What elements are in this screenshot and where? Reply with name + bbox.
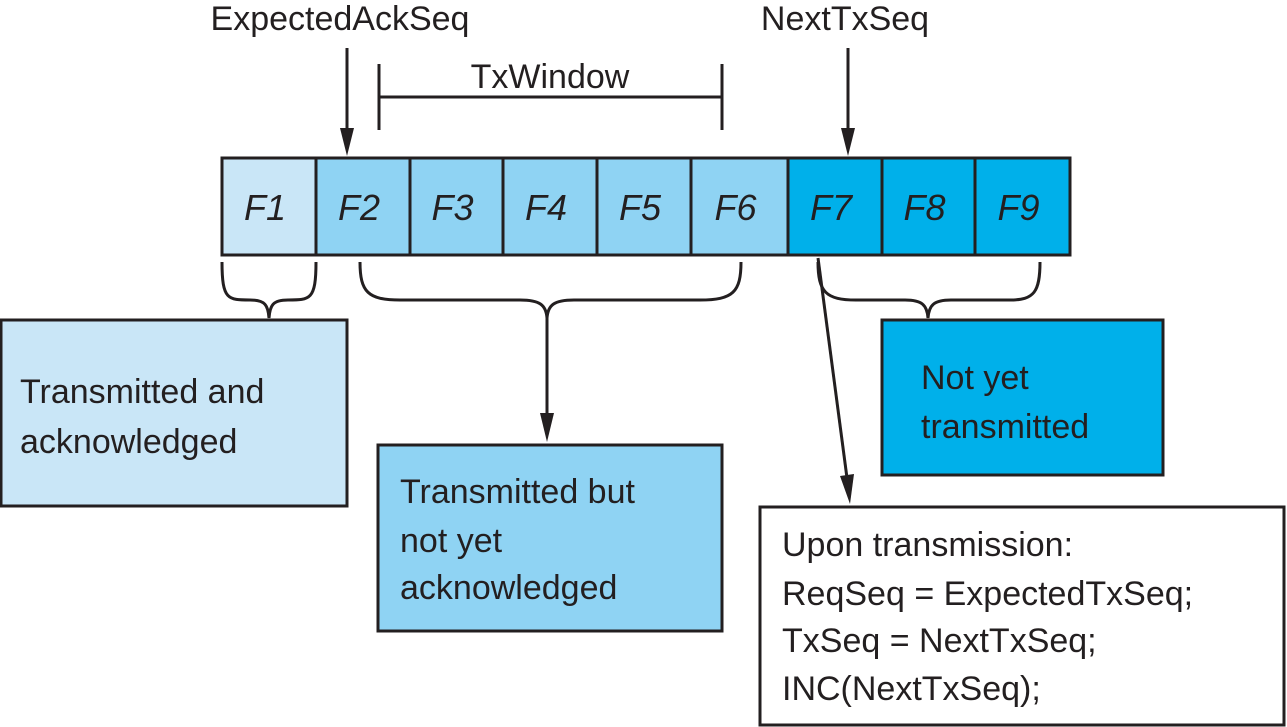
frame-label: F5 (619, 187, 662, 228)
frame-label: F4 (525, 187, 567, 228)
next-tx-seq-arrow (841, 48, 855, 156)
frame-cell-f4: F4 (501, 156, 599, 257)
frame-label: F3 (431, 187, 473, 228)
not-transmitted-text: Not yet (921, 359, 1029, 397)
note-line: INC(NextTxSeq); (782, 670, 1041, 708)
note-line: ReqSeq = ExpectedTxSeq; (782, 575, 1193, 613)
expected-ack-seq-label: ExpectedAckSeq (211, 0, 470, 38)
unacknowledged-arrow (540, 318, 554, 442)
expected-ack-seq-arrow (340, 48, 354, 156)
frame-label: F9 (997, 187, 1039, 228)
note-line: Upon transmission: (782, 526, 1073, 564)
unacknowledged-text: Transmitted but (400, 473, 635, 511)
tx-window-diagram: ExpectedAckSeq NextTxSeq TxWindow F1 F2 F3… (0, 0, 1286, 727)
unacknowledged-text: not yet (400, 522, 503, 560)
frame-cell-f8: F8 (880, 156, 977, 257)
acknowledged-text: Transmitted and (20, 373, 264, 411)
frame-cell-f2: F2 (314, 156, 412, 257)
frame-cell-f5: F5 (595, 156, 693, 257)
note-line: TxSeq = NextTxSeq; (782, 622, 1097, 660)
brace-unacknowledged (358, 261, 743, 319)
frame-cell-f9: F9 (973, 156, 1072, 257)
transmission-note-box: Upon transmission: ReqSeq = ExpectedTxSe… (758, 505, 1286, 727)
tx-window-label: TxWindow (471, 58, 630, 96)
frame-cell-f1: F1 (220, 156, 318, 257)
frame-label: F1 (244, 187, 286, 228)
frame-label: F7 (810, 187, 854, 228)
frame-label: F2 (338, 187, 380, 228)
unacknowledged-text: acknowledged (400, 569, 617, 607)
transmission-note-arrow (816, 257, 854, 504)
acknowledged-box: Transmitted and acknowledged (0, 318, 349, 508)
frame-label: F6 (714, 187, 757, 228)
frame-label: F8 (903, 187, 945, 228)
brace-acknowledged (220, 261, 318, 319)
not-transmitted-box: Not yet transmitted (880, 318, 1165, 477)
next-tx-seq-label: NextTxSeq (761, 0, 929, 38)
not-transmitted-text: transmitted (921, 408, 1089, 446)
frame-cell-f3: F3 (408, 156, 505, 257)
frame-sequence: F1 F2 F3 F4 F5 F6 F7 F8 F9 (220, 156, 1072, 257)
acknowledged-text: acknowledged (20, 423, 237, 461)
frame-cell-f6: F6 (689, 156, 790, 257)
brace-not-transmitted (816, 261, 1042, 319)
unacknowledged-box: Transmitted but not yet acknowledged (376, 443, 724, 633)
frame-cell-f7: F7 (786, 156, 884, 257)
